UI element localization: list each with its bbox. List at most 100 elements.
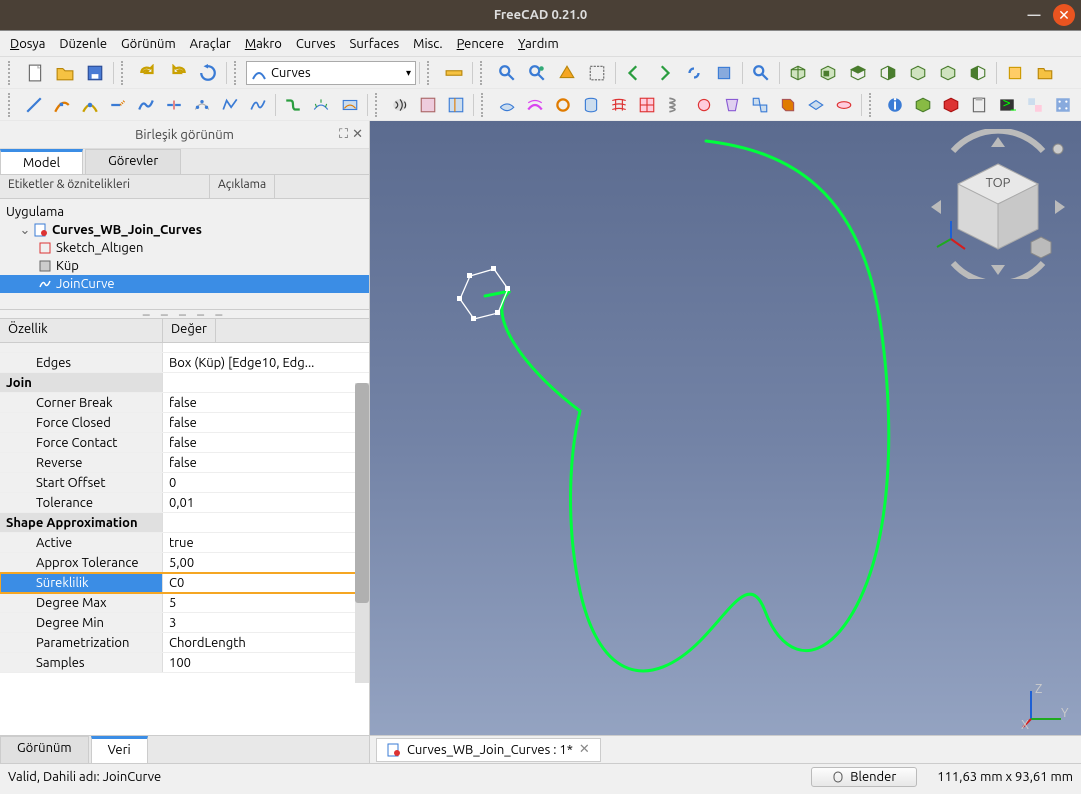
left-view-icon[interactable]: [965, 60, 991, 86]
property-value[interactable]: 100: [163, 656, 369, 670]
parametric-solid-icon[interactable]: [939, 92, 963, 118]
link-sub-icon[interactable]: [711, 60, 737, 86]
tree-item-joincurve[interactable]: JoinCurve: [0, 275, 369, 293]
iso-view-icon[interactable]: [785, 60, 811, 86]
panel-splitter[interactable]: – – – – –: [0, 309, 369, 319]
property-row[interactable]: Samples100: [0, 653, 369, 673]
toolbar-grip[interactable]: [481, 93, 489, 117]
tab-view[interactable]: Görünüm: [0, 736, 89, 763]
zebra-tool-icon[interactable]: [388, 92, 412, 118]
approximate-icon[interactable]: [218, 92, 242, 118]
close-button[interactable]: ✕: [1053, 4, 1075, 26]
toolbar-grip[interactable]: [121, 61, 129, 85]
split-curve-icon[interactable]: [162, 92, 186, 118]
property-row[interactable]: EdgesBox (Küp) [Edge10, Edg...: [0, 353, 369, 373]
discretize-icon[interactable]: [190, 92, 214, 118]
new-file-icon[interactable]: [22, 60, 48, 86]
mixed-curve-icon[interactable]: [78, 92, 102, 118]
menu-help[interactable]: Yardım: [518, 37, 559, 51]
model-tree[interactable]: Uygulama ⌄ Curves_WB_Join_Curves Sketch_…: [0, 199, 369, 309]
segment-surface-icon[interactable]: [635, 92, 659, 118]
property-row[interactable]: ParametrizationChordLength: [0, 633, 369, 653]
menu-view[interactable]: Görünüm: [121, 37, 176, 51]
right-view-icon[interactable]: [875, 60, 901, 86]
sweep-2rails-icon[interactable]: [523, 92, 547, 118]
reflect-lines-icon[interactable]: [692, 92, 716, 118]
open-file-icon[interactable]: [52, 60, 78, 86]
property-row[interactable]: Force Contactfalse: [0, 433, 369, 453]
property-row[interactable]: Degree Min3: [0, 613, 369, 633]
property-value[interactable]: 0,01: [163, 496, 369, 510]
top-view-icon[interactable]: [845, 60, 871, 86]
sketch-on-surface-icon[interactable]: [495, 92, 519, 118]
property-row[interactable]: Approx Tolerance5,00: [0, 553, 369, 573]
property-value[interactable]: 0: [163, 476, 369, 490]
navigation-style-button[interactable]: Blender: [811, 767, 917, 787]
toolbar-grip[interactable]: [8, 61, 16, 85]
compression-spring-icon[interactable]: [663, 92, 687, 118]
link-icon[interactable]: [681, 60, 707, 86]
property-value[interactable]: 5,00: [163, 556, 369, 570]
objects-to-console-icon[interactable]: >_: [995, 92, 1019, 118]
fit-selection-icon[interactable]: [524, 60, 550, 86]
menu-surfaces[interactable]: Surfaces: [350, 37, 400, 51]
property-value[interactable]: false: [163, 416, 369, 430]
tree-app-root[interactable]: Uygulama: [0, 203, 369, 221]
navigation-cube[interactable]: TOP: [923, 129, 1073, 279]
measure-icon[interactable]: [441, 60, 467, 86]
tab-tasks[interactable]: Görevler: [85, 149, 181, 174]
blend-curve-icon[interactable]: [281, 92, 305, 118]
extend-curve-icon[interactable]: [106, 92, 130, 118]
property-value[interactable]: false: [163, 396, 369, 410]
property-value[interactable]: true: [163, 536, 369, 550]
rotation-sweep-icon[interactable]: [832, 92, 856, 118]
property-row[interactable]: Start Offset0: [0, 473, 369, 493]
property-row[interactable]: Reversefalse: [0, 453, 369, 473]
rear-view-icon[interactable]: [905, 60, 931, 86]
tree-item-sketch[interactable]: Sketch_Altıgen: [0, 239, 369, 257]
toolbar-grip[interactable]: [869, 93, 877, 117]
minimize-button[interactable]: —: [1023, 4, 1045, 26]
property-value[interactable]: C0: [163, 576, 369, 590]
menu-misc[interactable]: Misc.: [413, 37, 442, 51]
property-row[interactable]: Activetrue: [0, 533, 369, 553]
property-value[interactable]: Box (Küp) [Edge10, Edg...: [163, 356, 369, 370]
menu-file[interactable]: Dosya: [10, 37, 45, 51]
workbench-selector[interactable]: Curves ▾: [246, 61, 416, 85]
nav-right-icon[interactable]: [651, 60, 677, 86]
comb-plot-icon[interactable]: [309, 92, 333, 118]
property-group[interactable]: Shape Approximation: [0, 513, 369, 533]
expand-panel-icon[interactable]: ⛶: [339, 127, 348, 142]
tree-item-cube[interactable]: Küp: [0, 257, 369, 275]
document-tab[interactable]: Curves_WB_Join_Curves : 1* ✕: [376, 738, 601, 762]
property-scrollbar[interactable]: [355, 383, 369, 683]
toolbar-grip[interactable]: [480, 61, 488, 85]
bbox-icon[interactable]: [584, 60, 610, 86]
property-group[interactable]: Join: [0, 373, 369, 393]
flatten-face-icon[interactable]: [804, 92, 828, 118]
line-tool-icon[interactable]: [22, 92, 46, 118]
nav-left-icon[interactable]: [621, 60, 647, 86]
toolbar-grip[interactable]: [427, 61, 435, 85]
tab-data[interactable]: Veri: [91, 736, 148, 763]
group-icon[interactable]: [1032, 60, 1058, 86]
menu-edit[interactable]: Düzenle: [59, 37, 107, 51]
front-view-icon[interactable]: [815, 60, 841, 86]
property-row[interactable]: SüreklilikC0: [0, 573, 369, 593]
property-row[interactable]: Corner Breakfalse: [0, 393, 369, 413]
zoom-icon[interactable]: [748, 60, 774, 86]
adjacent-faces-icon[interactable]: [1023, 92, 1047, 118]
trim-face-icon[interactable]: [416, 92, 440, 118]
collapse-icon[interactable]: ⌄: [18, 223, 32, 238]
gordon-surface-icon[interactable]: [607, 92, 631, 118]
close-panel-icon[interactable]: ✕: [352, 127, 363, 142]
toolbar-grip[interactable]: [234, 61, 242, 85]
fit-all-icon[interactable]: [494, 60, 520, 86]
property-row[interactable]: Force Closedfalse: [0, 413, 369, 433]
multi-loft-icon[interactable]: [720, 92, 744, 118]
profile-support-icon[interactable]: [551, 92, 575, 118]
scrollbar-thumb[interactable]: [355, 383, 369, 603]
part-icon[interactable]: [1002, 60, 1028, 86]
refresh-icon[interactable]: [195, 60, 221, 86]
bottom-view-icon[interactable]: [935, 60, 961, 86]
